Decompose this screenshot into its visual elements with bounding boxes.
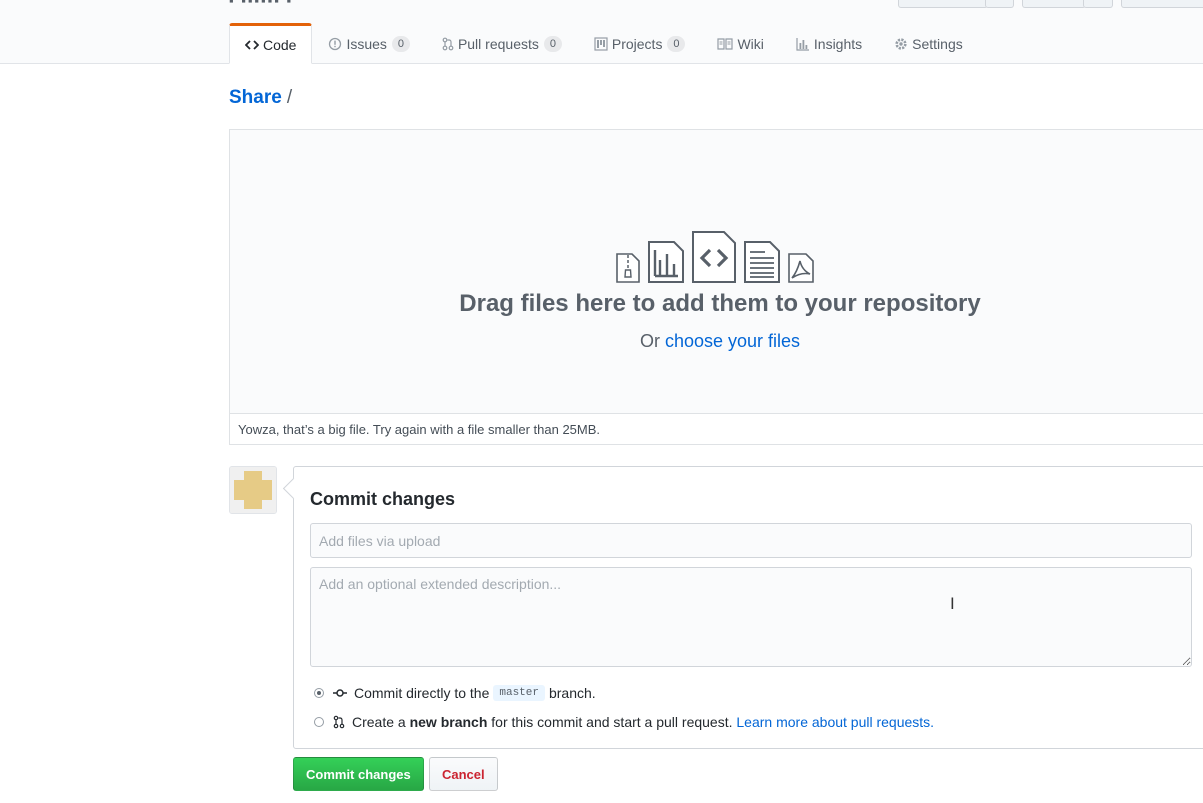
commit-summary-input[interactable] [310,523,1192,558]
tab-pull-requests[interactable]: Pull requests 0 [426,23,578,63]
commit-form: Commit changes Commit directly to the ma… [282,466,1203,749]
tab-settings[interactable]: Settings [878,23,979,63]
fork-button[interactable] [1121,0,1203,8]
repo-nav-tabs: Code Issues 0 Pull requests 0 Projects 0 [229,23,979,64]
repo-title-fragment: ▪ ▪▪▪▪▪▪ ▪ [229,0,294,8]
commit-direct-radio[interactable] [314,688,324,698]
identicon-image [230,467,276,513]
tab-wiki[interactable]: Wiki [701,23,779,63]
projects-counter: 0 [667,36,686,52]
drop-zone-title: Drag files here to add them to your repo… [459,290,981,317]
learn-more-pull-requests-link[interactable]: Learn more about pull requests. [736,714,934,730]
star-button[interactable] [1022,0,1086,8]
pull-request-icon [333,715,345,729]
branch-name-tag: master [493,685,545,701]
cancel-button[interactable]: Cancel [429,757,498,791]
tab-issues[interactable]: Issues 0 [312,23,425,63]
tab-projects[interactable]: Projects 0 [578,23,702,63]
new-branch-prefix: Create a [352,714,406,730]
text-cursor-icon: I [950,594,955,613]
breadcrumb-repo-link[interactable]: Share [229,87,282,108]
commit-new-branch-option[interactable]: Create a new branch for this commit and … [314,714,934,730]
breadcrumb-separator: / [286,87,293,108]
file-code-icon [691,230,737,287]
tab-code[interactable]: Code [229,23,313,64]
project-icon [594,37,608,51]
commit-new-branch-radio[interactable] [314,717,324,727]
new-branch-suffix: for this commit and start a pull request… [491,714,733,730]
commit-direct-option[interactable]: Commit directly to the master branch. [314,685,596,701]
avatar[interactable] [229,466,277,514]
file-type-icons [615,230,815,287]
tab-label: Insights [813,36,863,52]
choose-files-link[interactable]: choose your files [665,331,800,351]
issue-icon [328,37,342,51]
repo-header: ▪ ▪▪▪▪▪▪ ▪ Code Issues 0 Pull requests 0 [0,0,1203,64]
gear-icon [894,37,908,51]
drop-zone-prefix: Or [639,331,660,351]
drop-zone-subtitle: Or choose your files [230,331,1203,352]
commit-direct-suffix: branch. [548,685,596,701]
watch-button[interactable] [898,0,988,8]
issues-counter: 0 [391,36,410,52]
star-count[interactable] [1083,0,1113,8]
file-size-error-message: Yowza, that’s a big file. Try again with… [230,413,1203,444]
graph-icon [796,37,810,51]
commit-form-title: Commit changes [310,489,456,509]
commit-description-textarea[interactable] [310,567,1192,667]
tab-label: Issues [346,36,387,52]
file-text-icon [743,240,781,287]
commit-form-pointer [282,477,305,500]
tab-label: Wiki [737,36,764,52]
commit-direct-prefix: Commit directly to the [354,685,490,701]
commit-changes-button[interactable]: Commit changes [293,757,424,791]
pull-request-icon [442,37,454,51]
file-pdf-icon [787,252,815,287]
tab-insights[interactable]: Insights [780,23,878,63]
tab-label: Code [263,36,297,53]
breadcrumb: Share / [229,86,292,110]
new-branch-bold: new branch [409,714,488,730]
file-chart-icon [647,240,685,287]
tab-label: Pull requests [457,36,539,52]
code-icon [245,39,259,51]
book-icon [717,38,734,50]
file-zip-icon [615,252,641,287]
pull-requests-counter: 0 [543,36,562,52]
watch-count[interactable] [985,0,1014,8]
tab-label: Projects [611,36,663,52]
tab-label: Settings [912,36,963,52]
git-commit-icon [333,688,347,698]
file-drop-zone[interactable]: Drag files here to add them to your repo… [229,129,1203,445]
